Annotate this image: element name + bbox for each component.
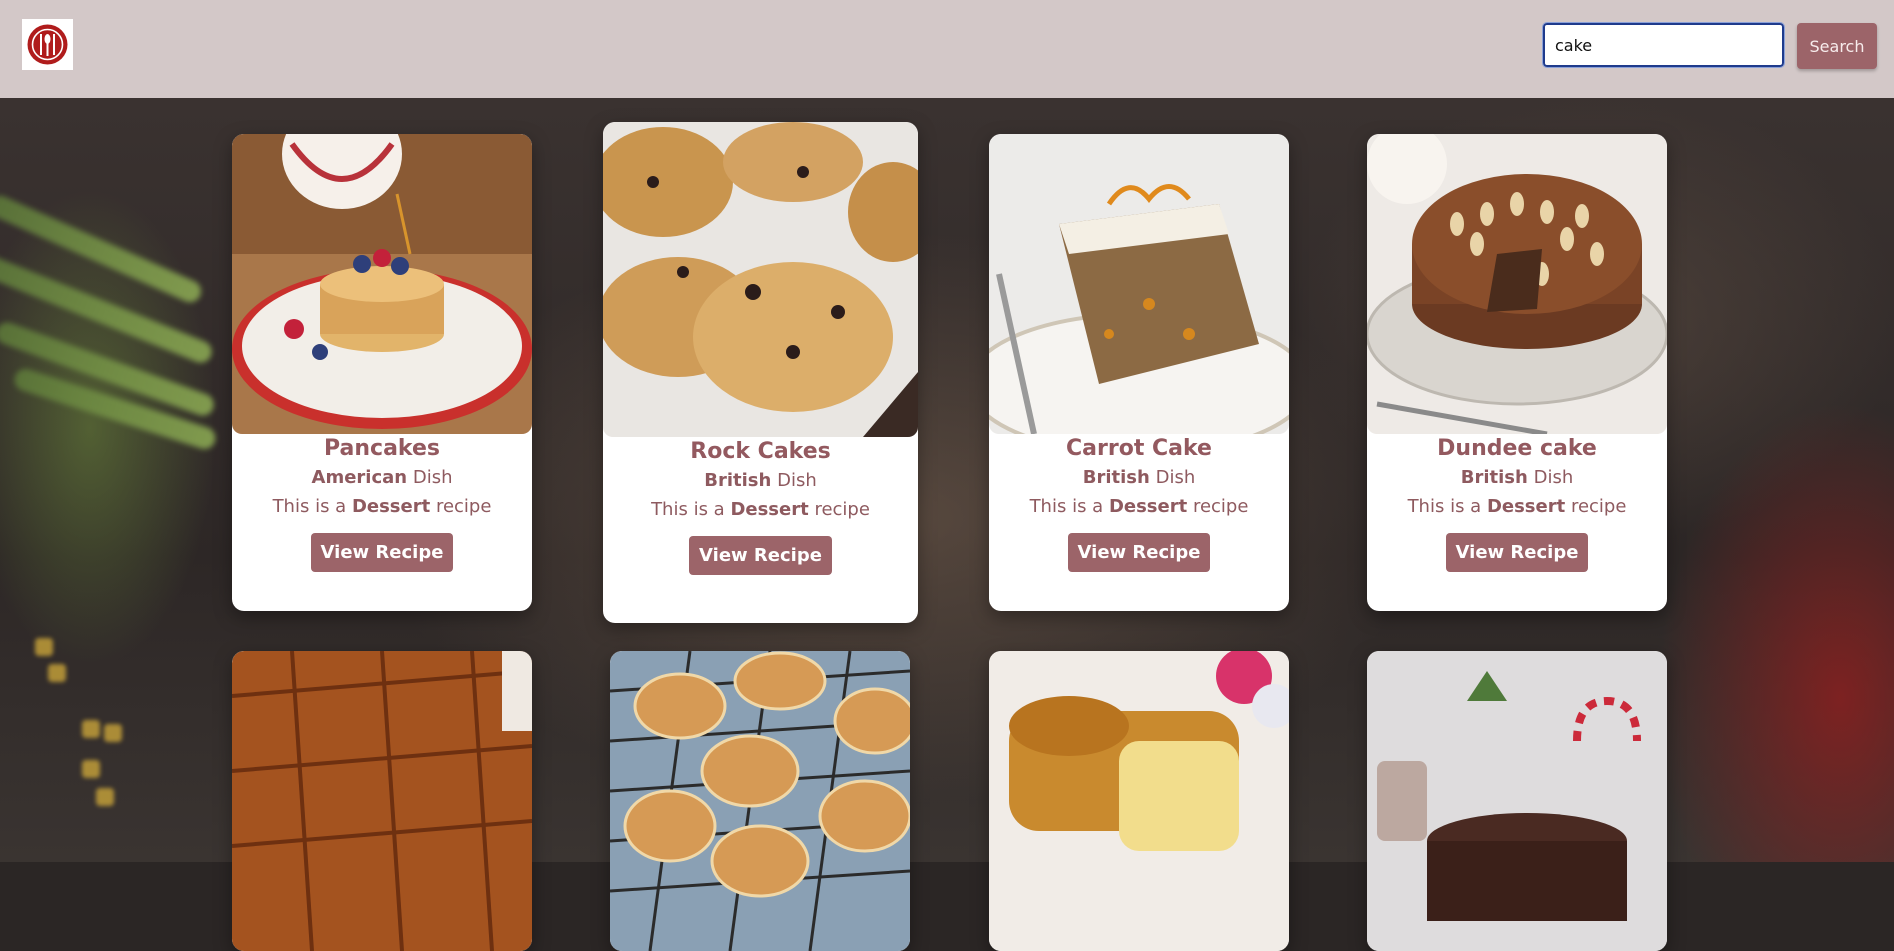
recipe-card: Pancakes American Dish This is a Dessert… (232, 134, 532, 611)
recipe-card (232, 651, 532, 951)
view-recipe-button[interactable]: View Recipe (689, 536, 832, 575)
recipe-card (1367, 651, 1667, 951)
view-recipe-button[interactable]: View Recipe (1067, 533, 1211, 572)
recipe-description: This is a Dessert recipe (1407, 496, 1627, 517)
dundee-cake-image[interactable] (1367, 134, 1667, 434)
recipe-card (989, 651, 1289, 951)
top-navbar: Search (0, 0, 1894, 98)
recipe-title: Pancakes (324, 436, 440, 461)
loaf-cake-image[interactable] (989, 651, 1289, 951)
view-recipe-button[interactable]: View Recipe (1445, 533, 1589, 572)
carrot-cake-image[interactable] (989, 134, 1289, 434)
recipe-cuisine: British Dish (1460, 467, 1574, 488)
recipe-card: Rock Cakes British Dish This is a Desser… (603, 122, 918, 623)
view-recipe-button[interactable]: View Recipe (310, 533, 454, 572)
pancakes-image[interactable] (232, 134, 532, 434)
search-input[interactable] (1542, 22, 1785, 68)
recipe-card: Dundee cake British Dish This is a Desse… (1367, 134, 1667, 611)
recipe-title: Carrot Cake (1066, 436, 1212, 461)
recipe-card (610, 651, 910, 951)
recipe-description: This is a Dessert recipe (651, 499, 870, 520)
scones-image[interactable] (610, 651, 910, 951)
search-button[interactable]: Search (1797, 23, 1877, 69)
recipe-logo-icon (27, 24, 68, 65)
recipe-description: This is a Dessert recipe (1029, 496, 1249, 517)
parkin-image[interactable] (232, 651, 532, 951)
recipe-title: Dundee cake (1437, 436, 1597, 461)
recipe-card: Carrot Cake British Dish This is a Desse… (989, 134, 1289, 611)
logo[interactable] (22, 19, 73, 70)
recipe-title: Rock Cakes (690, 439, 831, 464)
christmas-cake-image[interactable] (1367, 651, 1667, 951)
recipe-cuisine: American Dish (311, 467, 453, 488)
recipe-cuisine: British Dish (1082, 467, 1196, 488)
rock-cakes-image[interactable] (603, 122, 918, 437)
recipe-cuisine: British Dish (704, 470, 817, 491)
recipe-description: This is a Dessert recipe (272, 496, 492, 517)
